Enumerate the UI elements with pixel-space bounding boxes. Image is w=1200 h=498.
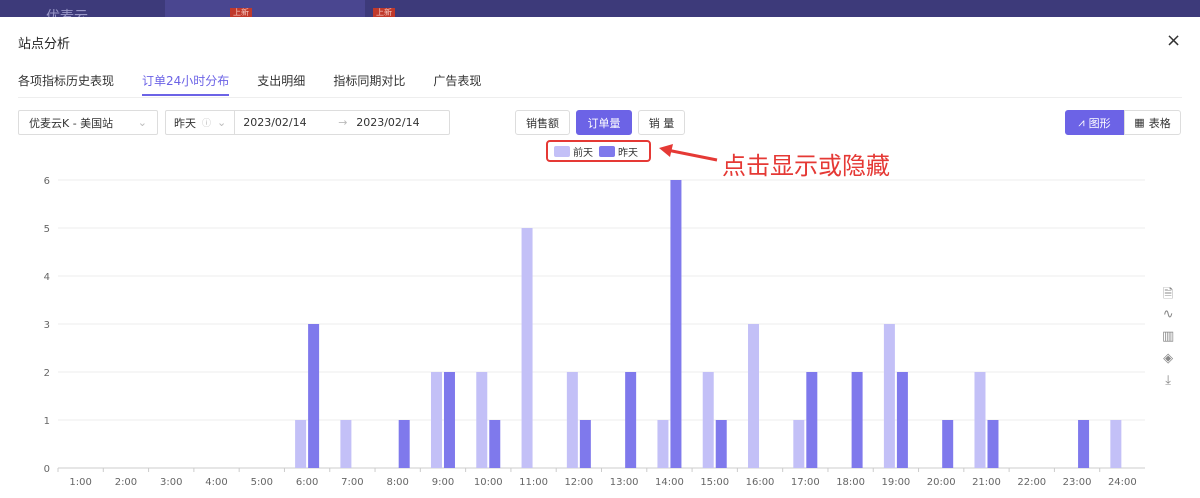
download-icon[interactable]: ⤓ (1162, 373, 1174, 389)
line-chart-icon: ⩘ (1078, 115, 1085, 129)
arrow-icon: → (338, 116, 348, 129)
x-tick-label: 14:00 (655, 477, 684, 488)
y-tick-label: 1 (44, 416, 50, 427)
x-tick-label: 13:00 (610, 477, 639, 488)
bar-prev-day (748, 324, 760, 468)
x-tick-label: 16:00 (746, 477, 775, 488)
chevron-down-icon: ⌄ (137, 116, 147, 129)
chart-view-button[interactable]: ⩘ 图形 (1065, 110, 1124, 135)
x-tick-label: 5:00 (251, 477, 273, 488)
tab-expense[interactable]: 支出明细 (257, 72, 305, 96)
orders-button[interactable]: 订单量 (576, 110, 632, 135)
x-tick-label: 23:00 (1063, 477, 1092, 488)
bar-yesterday (715, 420, 727, 468)
bar-prev-day (657, 420, 669, 468)
x-tick-label: 3:00 (160, 477, 182, 488)
data-view-icon[interactable]: 🗎 (1162, 285, 1174, 302)
bar-yesterday (670, 180, 682, 468)
x-tick-label: 22:00 (1017, 477, 1046, 488)
legend-yesterday[interactable]: 昨天 (599, 144, 638, 159)
bar-yesterday (806, 372, 818, 468)
y-tick-label: 6 (44, 176, 50, 187)
new-badge: 上新 (230, 8, 252, 17)
x-tick-label: 15:00 (700, 477, 729, 488)
app-header: 优麦云 上新 上新 (0, 0, 1200, 17)
x-tick-label: 11:00 (519, 477, 548, 488)
x-tick-label: 4:00 (205, 477, 227, 488)
chevron-down-icon: ⌄ (217, 116, 227, 129)
y-tick-label: 5 (44, 224, 50, 235)
logo: 优麦云 (46, 9, 88, 17)
x-tick-label: 10:00 (474, 477, 503, 488)
quantity-button[interactable]: 销 量 (638, 110, 685, 135)
tab-24h-orders[interactable]: 订单24小时分布 (142, 72, 230, 96)
y-tick-label: 3 (44, 320, 50, 331)
sales-button[interactable]: 销售额 (515, 110, 570, 135)
bar-switch-icon[interactable]: ▥ (1162, 329, 1174, 345)
bar-yesterday (489, 420, 501, 468)
help-icon: ⓘ (202, 119, 212, 129)
tab-compare[interactable]: 指标同期对比 (333, 72, 405, 96)
x-tick-label: 12:00 (564, 477, 593, 488)
x-tick-label: 6:00 (296, 477, 318, 488)
bar-yesterday (1078, 420, 1090, 468)
line-switch-icon[interactable]: ∿ (1162, 307, 1174, 323)
tab-history[interactable]: 各项指标历史表现 (18, 72, 114, 96)
table-view-button[interactable]: ▦ 表格 (1124, 110, 1181, 135)
period-select[interactable]: 昨天 ⓘ ⌄ (166, 111, 236, 134)
bar-yesterday (896, 372, 908, 468)
y-tick-label: 4 (44, 272, 50, 283)
x-tick-label: 17:00 (791, 477, 820, 488)
x-tick-label: 7:00 (341, 477, 363, 488)
x-tick-label: 1:00 (69, 477, 91, 488)
close-icon[interactable]: × (1166, 30, 1181, 51)
x-tick-label: 2:00 (115, 477, 137, 488)
bar-yesterday (851, 372, 863, 468)
x-tick-label: 24:00 (1108, 477, 1137, 488)
bar-prev-day (430, 372, 442, 468)
bar-yesterday (942, 420, 954, 468)
new-badge: 上新 (373, 8, 395, 17)
bar-prev-day (883, 324, 895, 468)
bar-prev-day (702, 372, 714, 468)
start-date[interactable]: 2023/02/14 (243, 116, 338, 129)
bar-prev-day (566, 372, 578, 468)
bar-prev-day (521, 228, 533, 468)
tab-bar: 各项指标历史表现 订单24小时分布 支出明细 指标同期对比 广告表现 (18, 72, 481, 96)
bar-yesterday (625, 372, 637, 468)
table-icon: ▦ (1134, 116, 1145, 129)
bar-prev-day (476, 372, 488, 468)
y-tick-label: 2 (44, 368, 50, 379)
bar-yesterday (579, 420, 591, 468)
dialog-title: 站点分析 (18, 37, 71, 52)
x-tick-label: 18:00 (836, 477, 865, 488)
x-tick-label: 19:00 (881, 477, 910, 488)
x-tick-label: 21:00 (972, 477, 1001, 488)
bar-prev-day (793, 420, 805, 468)
bar-prev-day (974, 372, 986, 468)
bar-prev-day (295, 420, 307, 468)
bar-prev-day (340, 420, 352, 468)
legend-prev-day[interactable]: 前天 (554, 144, 593, 159)
bar-chart: 0 1 2 3 4 5 6 1:00 2:00 3:00 4:00 5:00 6:00 7:00 8:00 9… (44, 176, 1145, 488)
x-tick-label: 9:00 (432, 477, 454, 488)
shop-select[interactable]: 优麦云K - 美国站 ⌄ (18, 110, 158, 135)
bar-yesterday (987, 420, 999, 468)
chart-legend: 前天 昨天 (546, 140, 651, 162)
date-range-picker[interactable]: 昨天 ⓘ ⌄ 2023/02/14 → 2023/02/14 (165, 110, 450, 135)
x-tick-label: 20:00 (927, 477, 956, 488)
bar-prev-day (1110, 420, 1122, 468)
bar-yesterday (398, 420, 410, 468)
end-date[interactable]: 2023/02/14 (356, 116, 419, 129)
bar-yesterday (308, 324, 320, 468)
bar-yesterday (443, 372, 455, 468)
stack-icon[interactable]: ◈ (1162, 351, 1174, 367)
x-tick-label: 8:00 (386, 477, 408, 488)
y-tick-label: 0 (44, 464, 50, 475)
tab-ads[interactable]: 广告表现 (433, 72, 481, 96)
chart-toolbox: 🗎 ∿ ▥ ◈ ⤓ (1162, 285, 1174, 389)
